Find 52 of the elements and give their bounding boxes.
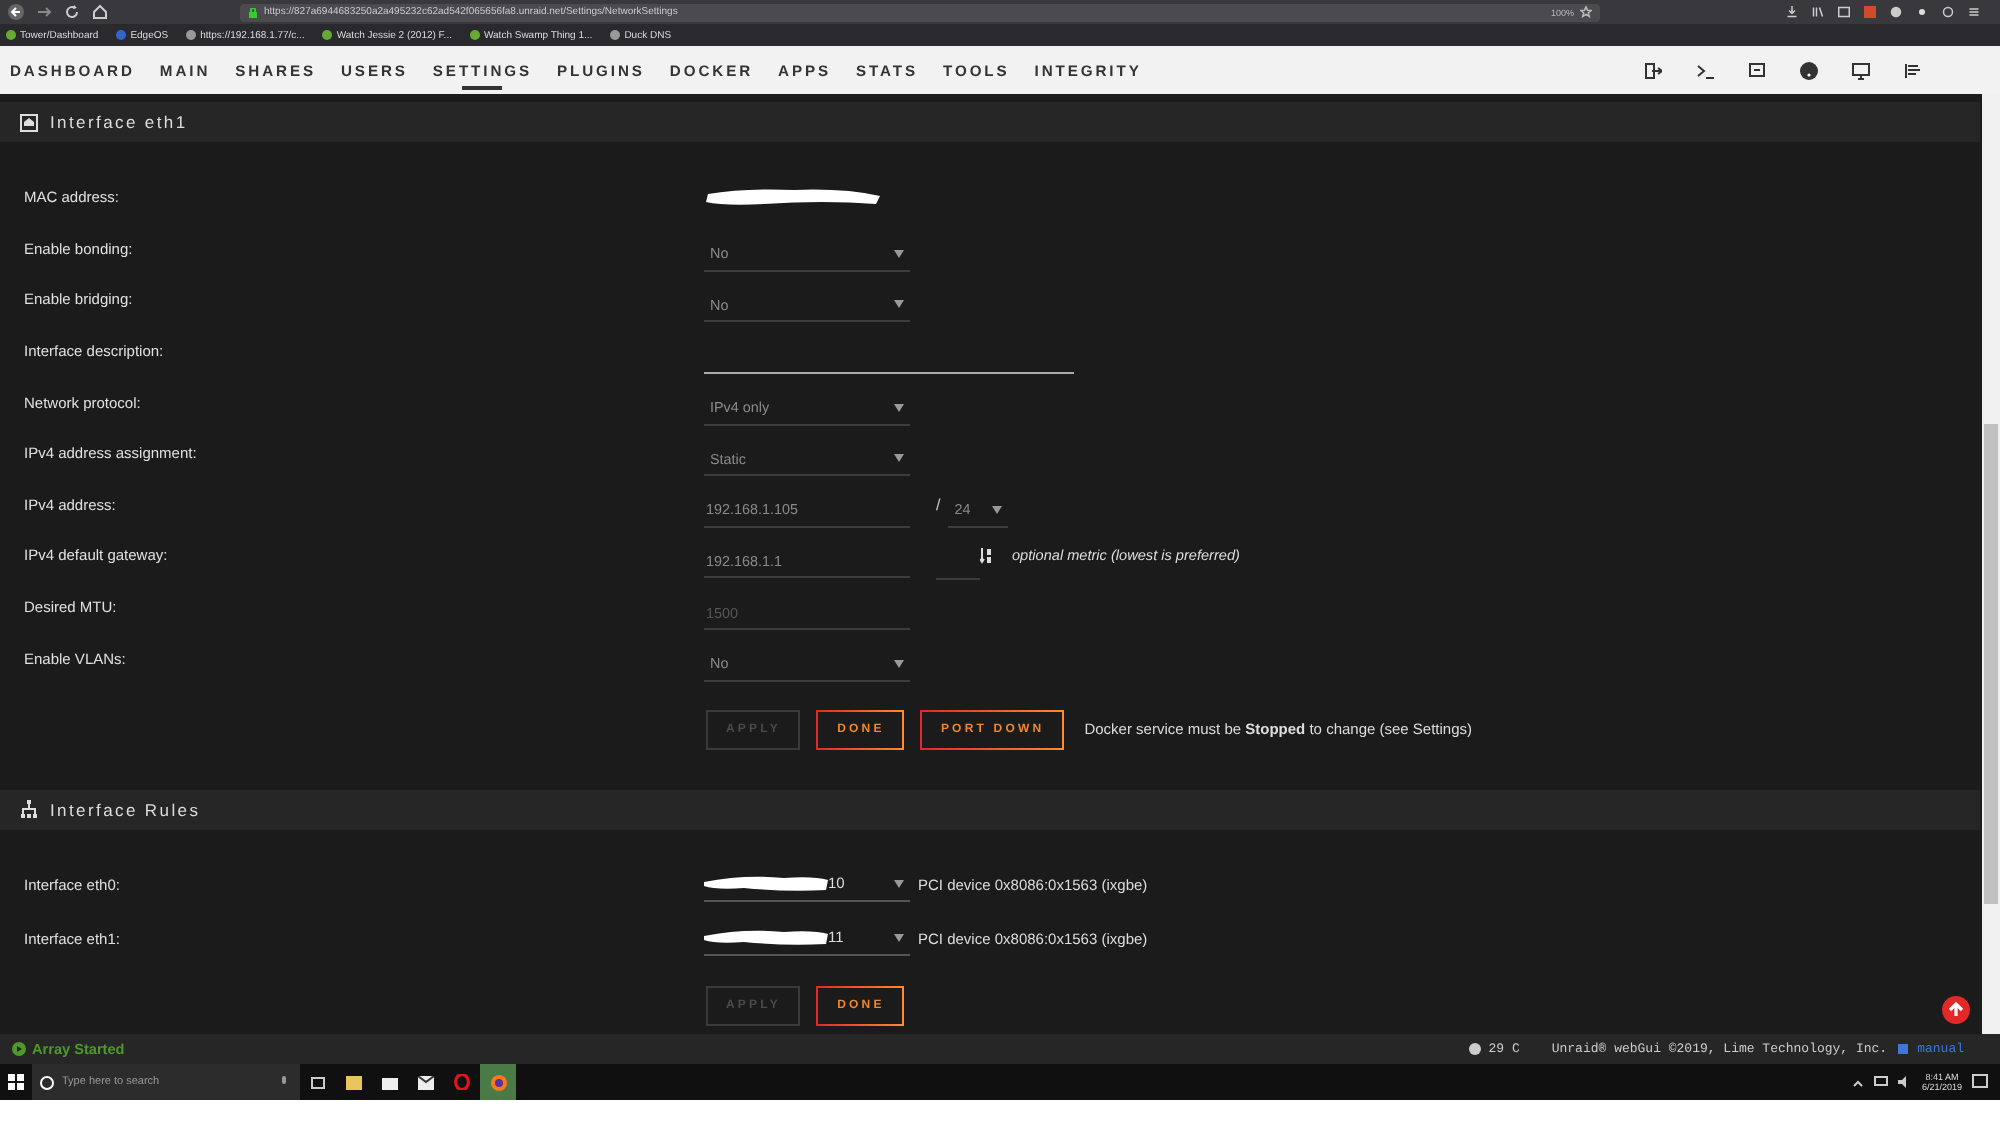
opera-icon[interactable] xyxy=(454,1074,470,1090)
menu-icon[interactable] xyxy=(1968,6,1980,18)
caret-icon xyxy=(894,933,904,942)
folder-icon[interactable] xyxy=(346,1075,362,1089)
mail-icon[interactable] xyxy=(418,1075,434,1089)
scroll-top-icon[interactable] xyxy=(1942,996,1970,1024)
back-icon[interactable] xyxy=(8,4,24,20)
caret-icon xyxy=(894,659,904,668)
favicon-icon xyxy=(116,30,127,40)
bookmark-star-icon[interactable] xyxy=(1580,6,1592,18)
store-icon[interactable] xyxy=(382,1074,398,1090)
redaction-mark xyxy=(704,874,828,893)
caret-icon xyxy=(894,879,904,888)
sort-icon xyxy=(980,547,994,564)
forward-icon[interactable] xyxy=(36,4,52,20)
slash-separator: / xyxy=(936,495,941,514)
speaker-icon[interactable] xyxy=(1897,1076,1912,1088)
logout-icon[interactable] xyxy=(1644,61,1662,79)
section-title: Interface Rules xyxy=(50,799,201,820)
hierarchy-icon xyxy=(20,800,38,819)
windows-start-icon[interactable] xyxy=(8,1074,24,1090)
library-icon[interactable] xyxy=(1812,6,1824,18)
redaction-mark xyxy=(704,928,828,947)
task-view-icon[interactable] xyxy=(310,1075,326,1089)
help-icon[interactable] xyxy=(1800,61,1818,79)
feedback-icon[interactable] xyxy=(1748,61,1766,79)
caret-icon xyxy=(894,403,904,412)
cortana-icon xyxy=(40,1075,54,1089)
caret-icon xyxy=(894,454,904,463)
monitor-icon[interactable] xyxy=(1852,61,1870,79)
scrollbar[interactable] xyxy=(1982,94,2000,1034)
chevron-up-icon[interactable] xyxy=(1851,1077,1864,1087)
terminal-icon[interactable] xyxy=(1696,61,1714,79)
microphone-icon xyxy=(280,1076,288,1088)
favicon-icon xyxy=(6,30,16,40)
section-title: Interface eth1 xyxy=(50,112,188,132)
network-card-icon xyxy=(20,113,38,131)
caret-icon xyxy=(894,249,904,258)
log-icon[interactable] xyxy=(1904,61,1922,79)
sidebar-icon[interactable] xyxy=(1838,6,1850,18)
reload-icon[interactable] xyxy=(64,4,80,20)
download-icon[interactable] xyxy=(1786,6,1798,18)
caret-icon xyxy=(992,505,1003,514)
caret-icon xyxy=(894,300,904,309)
play-icon xyxy=(12,1042,26,1056)
firefox-icon[interactable] xyxy=(489,1073,507,1091)
favicon-icon xyxy=(186,30,197,40)
favicon-icon xyxy=(610,30,621,40)
lock-icon xyxy=(248,7,258,17)
home-icon[interactable] xyxy=(92,4,108,20)
favicon-icon xyxy=(322,30,333,40)
favicon-icon xyxy=(469,30,480,40)
